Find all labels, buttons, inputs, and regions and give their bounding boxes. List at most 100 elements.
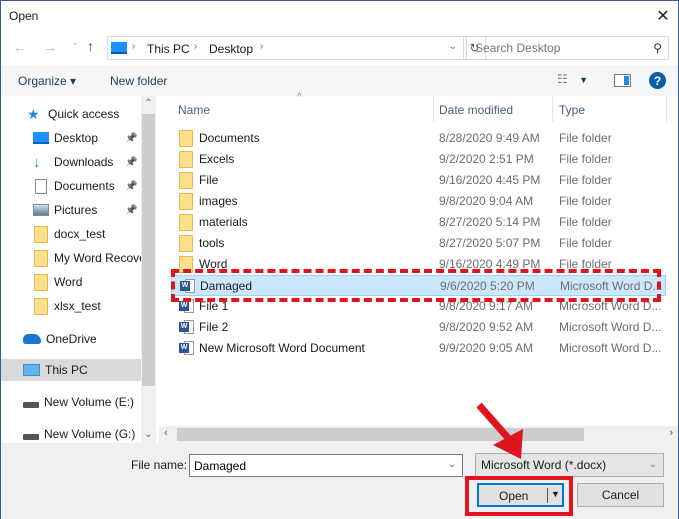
sidebar-item-label: docx_test xyxy=(54,227,106,241)
sidebar-item-label: My Word Recove xyxy=(54,251,141,265)
column-divider[interactable] xyxy=(666,96,667,122)
pictures-icon xyxy=(33,204,49,216)
sidebar-item-pictures[interactable]: Pictures 📌 xyxy=(1,199,141,221)
file-row[interactable]: Excels 9/2/2020 2:51 PM File folder xyxy=(171,149,666,170)
sidebar-item-onedrive[interactable]: OneDrive xyxy=(1,328,141,350)
folder-icon xyxy=(33,225,49,243)
download-icon: ↓ xyxy=(33,153,41,171)
pin-icon: 📌 xyxy=(125,132,138,144)
column-header-type[interactable]: Type xyxy=(559,103,585,117)
file-name: images xyxy=(199,194,238,208)
file-date-modified: 9/16/2020 4:45 PM xyxy=(439,173,541,187)
column-divider[interactable] xyxy=(552,96,553,122)
sidebar-item-label: Quick access xyxy=(48,107,120,121)
file-type: Microsoft Word D... xyxy=(559,320,662,334)
up-button[interactable]: ↑ xyxy=(87,38,94,54)
file-name-combobox[interactable]: ⌄ xyxy=(189,454,463,477)
sidebar-item-new-volume-g[interactable]: New Volume (G:) xyxy=(1,423,141,443)
horizontal-scrollbar[interactable]: ‹ › xyxy=(159,426,678,443)
sidebar-item-docx-test[interactable]: docx_test xyxy=(1,223,141,245)
column-header-date[interactable]: Date modified xyxy=(439,103,513,117)
sidebar-item-label: Documents xyxy=(54,179,115,193)
file-row[interactable]: File 9/16/2020 4:45 PM File folder xyxy=(171,170,666,191)
column-header-name[interactable]: Name xyxy=(178,103,210,117)
file-type: File folder xyxy=(559,131,612,145)
file-date-modified: 9/8/2020 9:52 AM xyxy=(439,320,534,334)
file-name: Documents xyxy=(199,131,260,145)
file-row[interactable]: tools 8/27/2020 5:07 PM File folder xyxy=(171,233,666,254)
star-icon: ★ xyxy=(27,105,40,122)
file-date-modified: 8/28/2020 9:49 AM xyxy=(439,131,540,145)
file-type: File folder xyxy=(559,173,612,187)
search-box[interactable]: ⚲ xyxy=(466,36,669,60)
scroll-down-icon[interactable]: ⌄ xyxy=(141,429,156,440)
file-list: ^ Name Date modified Type Documents 8/28/… xyxy=(159,92,678,426)
sidebar-item-label: Desktop xyxy=(54,131,99,145)
help-button[interactable]: ? xyxy=(649,72,666,89)
sidebar-item-downloads[interactable]: ↓ Downloads 📌 xyxy=(1,151,141,173)
title-bar: Open ✕ xyxy=(1,1,678,31)
navigation-scrollbar[interactable]: ⌃ ⌄ xyxy=(141,96,156,443)
search-input[interactable] xyxy=(467,37,637,59)
preview-pane-button[interactable] xyxy=(614,74,631,87)
file-row[interactable]: materials 8/27/2020 5:14 PM File folder xyxy=(171,212,666,233)
file-name: File xyxy=(199,173,219,187)
organize-menu[interactable]: Organize ▾ xyxy=(18,74,76,88)
breadcrumb-separator: › xyxy=(260,41,264,52)
search-icon: ⚲ xyxy=(653,41,662,55)
file-name-input[interactable] xyxy=(190,455,430,476)
change-view-button[interactable]: ☷ ▼ xyxy=(557,72,588,86)
scroll-left-icon[interactable]: ‹ xyxy=(164,427,168,439)
pin-icon: 📌 xyxy=(125,180,138,192)
file-type: File folder xyxy=(559,152,612,166)
word-document-icon: W xyxy=(179,340,195,356)
column-divider[interactable] xyxy=(433,96,434,122)
sidebar-item-documents[interactable]: Documents 📌 xyxy=(1,175,141,197)
open-dialog: Open ✕ ← → ⌄ ↑ › This PC › Desktop › ⌄ ↻… xyxy=(0,0,679,519)
sidebar-item-new-volume-e[interactable]: New Volume (E:) xyxy=(1,391,141,413)
address-bar[interactable]: › This PC › Desktop › ⌄ xyxy=(107,36,464,60)
file-row[interactable]: Documents 8/28/2020 9:49 AM File folder xyxy=(171,128,666,149)
file-name: Excels xyxy=(199,152,235,166)
folder-icon xyxy=(179,172,193,189)
sidebar-item-my-word-recove[interactable]: My Word Recove xyxy=(1,247,141,269)
details-view-icon: ☷ xyxy=(557,72,568,86)
breadcrumb-desktop[interactable]: Desktop xyxy=(209,42,253,56)
folder-icon xyxy=(179,235,193,252)
sidebar-item-label: Word xyxy=(54,275,83,289)
folder-icon xyxy=(179,130,193,147)
scroll-up-icon[interactable]: ⌃ xyxy=(141,98,156,109)
documents-icon xyxy=(33,178,49,194)
address-dropdown-icon[interactable]: ⌄ xyxy=(449,41,457,52)
chevron-down-icon: ▼ xyxy=(579,75,589,85)
sidebar-item-this-pc[interactable]: This PC xyxy=(1,359,141,381)
scroll-right-icon[interactable]: › xyxy=(669,427,673,439)
file-date-modified: 9/8/2020 9:04 AM xyxy=(439,194,534,208)
recent-locations-button[interactable]: ⌄ xyxy=(71,37,79,48)
file-type: File folder xyxy=(559,236,612,250)
new-folder-button[interactable]: New folder xyxy=(110,74,167,88)
forward-button[interactable]: → xyxy=(43,39,57,55)
file-row[interactable]: images 9/8/2020 9:04 AM File folder xyxy=(171,191,666,212)
sidebar-item-quick-access[interactable]: ★ Quick access xyxy=(1,103,141,125)
file-name-label: File name: xyxy=(131,458,188,472)
sort-ascending-icon: ^ xyxy=(297,92,302,103)
close-button[interactable]: ✕ xyxy=(648,1,678,31)
file-row[interactable]: W New Microsoft Word Document 9/9/2020 9:0… xyxy=(171,338,666,359)
file-date-modified: 9/9/2020 9:05 AM xyxy=(439,341,534,355)
pin-icon: 📌 xyxy=(125,156,138,168)
back-button[interactable]: ← xyxy=(13,39,27,55)
file-name: tools xyxy=(199,236,225,250)
computer-icon xyxy=(23,364,40,376)
breadcrumb-this-pc[interactable]: This PC xyxy=(147,42,190,56)
sidebar-item-xlsx-test[interactable]: xlsx_test xyxy=(1,295,141,317)
sidebar-item-word[interactable]: Word xyxy=(1,271,141,293)
folder-icon xyxy=(33,249,49,267)
cancel-button[interactable]: Cancel xyxy=(577,483,664,507)
file-row[interactable]: W File 2 9/8/2020 9:52 AM Microsoft Word D.… xyxy=(171,317,666,338)
chevron-down-icon[interactable]: ⌄ xyxy=(448,459,456,470)
sidebar-item-desktop[interactable]: Desktop 📌 xyxy=(1,127,141,149)
cloud-icon xyxy=(23,334,41,344)
scrollbar-thumb[interactable] xyxy=(142,114,155,386)
sidebar-item-label: OneDrive xyxy=(46,332,97,346)
